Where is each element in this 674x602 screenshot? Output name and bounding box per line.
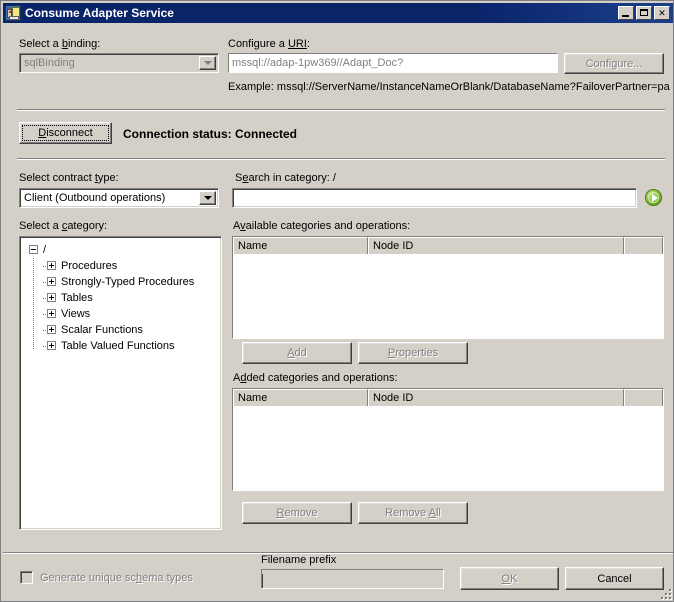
properties-button[interactable]: Properties [358,342,468,364]
available-list[interactable]: Name Node ID [232,236,664,339]
search-label: Search in category: / [235,172,336,184]
tree-node-label: Views [61,308,91,320]
available-list-label: Available categories and operations: [233,220,411,232]
ok-button[interactable]: OK [460,567,559,590]
adapter-service-icon [5,5,21,21]
tree-node-label: Procedures [61,260,118,272]
search-input-wrapper[interactable] [232,188,637,208]
tree-node-tables[interactable]: Tables [20,290,221,306]
tree-node-scalar-functions[interactable]: Scalar Functions [20,322,221,338]
filename-prefix-input-wrapper[interactable] [261,569,444,589]
minimize-button[interactable] [618,6,634,20]
close-button[interactable]: ✕ [654,6,670,20]
configure-button[interactable]: Configure... [564,53,664,74]
category-tree[interactable]: / Procedures Strongly-Typed Procedures T… [19,236,222,530]
separator-top [17,109,665,111]
tree-node-label: Scalar Functions [61,324,143,336]
column-header-node-id[interactable]: Node ID [368,237,624,254]
tree-node-label: Tables [61,292,93,304]
remove-all-button[interactable]: Remove All [358,502,468,524]
available-list-body[interactable] [233,254,663,338]
available-list-header: Name Node ID [233,237,663,254]
added-list-body[interactable] [233,406,663,490]
remove-button-label: Remove [276,507,318,519]
expand-toggle-icon[interactable] [47,261,56,270]
filename-prefix-label: Filename prefix [261,554,337,566]
added-list[interactable]: Name Node ID [232,388,664,491]
column-header-name[interactable]: Name [233,389,368,406]
uri-input[interactable]: mssql://adap-1pw369//Adapt_Doc? [229,54,557,72]
contract-type-dropdown-arrow[interactable] [199,191,216,205]
tree-node-table-valued-functions[interactable]: Table Valued Functions [20,338,221,354]
binding-value: sqlBinding [24,57,75,69]
separator-bottom [3,552,673,554]
tree-node-root-label: / [43,244,47,256]
expand-toggle-icon[interactable] [47,325,56,334]
window-title: Consume Adapter Service [25,6,174,20]
remove-all-button-label: Remove All [385,507,441,519]
contract-type-label: Select contract type: [19,172,119,184]
generate-unique-schema-types-label: Generate unique schema types [40,572,193,584]
tree-node-label: Strongly-Typed Procedures [61,276,195,288]
connection-status: Connection status: Connected [123,127,298,141]
search-go-icon[interactable] [645,189,662,206]
separator-middle [17,158,665,160]
category-tree-label: Select a category: [19,220,108,232]
resize-grip[interactable] [657,585,671,599]
add-button-label: Add [287,347,307,359]
expand-toggle-icon[interactable] [47,293,56,302]
binding-combobox[interactable]: sqlBinding [19,53,219,73]
maximize-button[interactable] [636,6,652,20]
window-controls: ✕ [618,6,670,20]
collapse-toggle-icon[interactable] [29,245,38,254]
binding-label: Select a binding: [19,38,101,50]
uri-label: Configure a URI: [228,38,310,50]
properties-button-label: Properties [387,347,439,359]
tree-node-strongly-typed-procedures[interactable]: Strongly-Typed Procedures [20,274,221,290]
column-header-extra[interactable] [624,237,663,254]
expand-toggle-icon[interactable] [47,309,56,318]
expand-toggle-icon[interactable] [47,277,56,286]
configure-button-label: Configure... [585,57,643,70]
binding-dropdown-arrow[interactable] [199,56,216,70]
disconnect-button[interactable]: Disconnect [19,122,112,144]
add-button[interactable]: Add [242,342,352,364]
added-list-label: Added categories and operations: [233,372,398,384]
added-list-header: Name Node ID [233,389,663,406]
uri-input-wrapper[interactable]: mssql://adap-1pw369//Adapt_Doc? [228,53,558,73]
chevron-down-icon [203,61,212,65]
title-bar[interactable]: Consume Adapter Service ✕ [3,3,673,23]
remove-button[interactable]: Remove [242,502,352,524]
dialog-body: Select a binding: sqlBinding Configure a… [3,24,673,601]
chevron-down-icon [203,196,212,200]
ok-button-label: OK [501,572,518,585]
generate-unique-schema-types-checkbox[interactable] [20,571,33,584]
cancel-button[interactable]: Cancel [565,567,664,590]
tree-node-procedures[interactable]: Procedures [20,258,221,274]
focus-rectangle [22,125,109,141]
tree-node-views[interactable]: Views [20,306,221,322]
column-header-extra[interactable] [624,389,663,406]
expand-toggle-icon[interactable] [47,341,56,350]
consume-adapter-service-dialog: Consume Adapter Service ✕ Select a bindi… [0,0,674,602]
tree-node-root[interactable]: / [20,242,221,258]
contract-type-value: Client (Outbound operations) [24,192,166,204]
tree-node-label: Table Valued Functions [61,340,175,352]
column-header-node-id[interactable]: Node ID [368,389,624,406]
column-header-name[interactable]: Name [233,237,368,254]
search-input[interactable] [233,189,636,193]
cancel-button-label: Cancel [597,572,632,585]
filename-prefix-input[interactable] [262,570,443,574]
uri-example-text: Example: mssql://ServerName/InstanceName… [228,81,670,93]
contract-type-combobox[interactable]: Client (Outbound operations) [19,188,219,208]
